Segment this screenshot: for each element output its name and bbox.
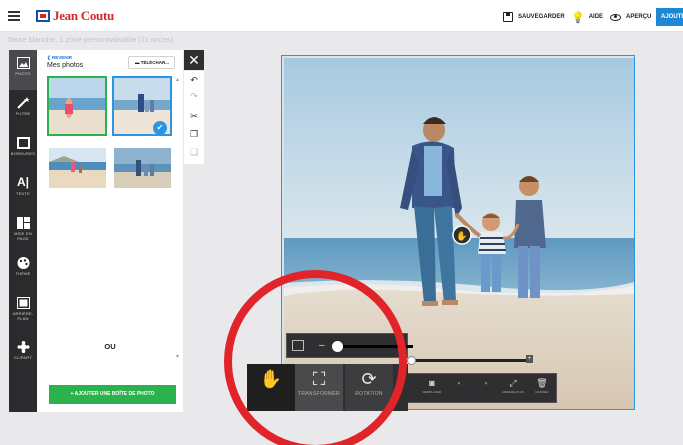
layout-icon <box>16 216 30 229</box>
zoom-slider-2-knob[interactable] <box>407 356 416 365</box>
rail-item-borders[interactable]: BORDURES <box>9 130 37 170</box>
brand-logo[interactable]: Jean Coutu <box>36 8 114 23</box>
replace-icon: ◙ <box>429 378 435 388</box>
logo-mark-icon <box>36 10 50 22</box>
save-icon <box>503 12 513 22</box>
copy-icon[interactable]: ❐ <box>184 127 204 141</box>
replace-button[interactable]: ◙ REMPLACER <box>419 374 445 402</box>
rail-item-clipart[interactable]: CLIPART <box>9 334 37 374</box>
preview-label: APERÇU <box>626 14 652 20</box>
photo-thumbnail[interactable] <box>47 76 107 136</box>
palette-icon <box>17 256 30 269</box>
or-separator: OU <box>104 342 116 351</box>
background-icon <box>16 296 30 309</box>
background-label: ARRIÈRE-PLAN <box>501 390 525 394</box>
image-actions-bar: ◙ REMPLACER ▪ ▪ ⤢ ARRIÈRE-PLAN 🗑 RETIRER <box>400 373 557 403</box>
save-button[interactable]: SAUVEGARDER <box>503 10 565 24</box>
undo-icon[interactable]: ↶ <box>184 73 204 87</box>
rail-label: THÈME <box>15 271 31 276</box>
add-to-cart-button[interactable]: AJOUTER <box>656 8 683 26</box>
save-label: SAUVEGARDER <box>518 14 565 20</box>
replace-label: REMPLACER <box>422 390 442 394</box>
rail-label: PHOTO <box>15 71 31 76</box>
lightbulb-icon: 💡 <box>571 11 585 24</box>
brand-name: Jean Coutu <box>53 8 114 23</box>
zoom-slider-2-track[interactable] <box>410 359 528 362</box>
back-link[interactable]: ❮ REVENIR <box>47 55 72 61</box>
rail-item-photo[interactable]: PHOTO <box>9 50 37 90</box>
panel-title: Mes photos <box>47 62 84 69</box>
rail-item-filter[interactable]: FILTRE <box>9 90 37 130</box>
layer-up-button[interactable]: ▪ <box>473 374 499 402</box>
highlight-circle <box>224 270 407 445</box>
rail-item-theme[interactable]: THÈME <box>9 250 37 290</box>
redo-icon[interactable]: ↷ <box>184 89 204 103</box>
product-subtitle: Tasse blanche, 1 zone personnalisable (1… <box>7 35 174 44</box>
edit-tools: ↶ ↷ ✂ ❐ ❏ <box>184 71 204 164</box>
rail-label: CLIPART <box>14 355 32 360</box>
layer-up-icon: ▪ <box>484 378 488 388</box>
svg-text:✋: ✋ <box>456 230 467 242</box>
rail-item-background[interactable]: ARRIÈRE-PLAN <box>9 290 37 330</box>
close-panel-button[interactable]: ✕ <box>184 50 204 70</box>
clipart-icon <box>17 340 30 353</box>
rail-item-text[interactable]: A| TEXTE <box>9 170 37 210</box>
rail-item-layout[interactable]: MISE EN PAGE <box>9 210 37 250</box>
paste-icon[interactable]: ❏ <box>184 145 204 159</box>
rail-label: ARRIÈRE-PLAN <box>12 311 34 321</box>
photos-panel: ❮ REVENIR Mes photos ▬ TÉLÉCHAR... ✔ OU … <box>37 50 183 412</box>
zoom-slider-2: + <box>402 352 533 372</box>
magic-wand-icon <box>16 96 30 109</box>
rail-label: FILTRE <box>15 111 31 116</box>
cut-icon[interactable]: ✂ <box>184 109 204 123</box>
trash-icon: 🗑 <box>536 378 548 388</box>
expand-icon: ⤢ <box>509 378 517 388</box>
image-icon <box>16 56 30 69</box>
layer-down-button[interactable]: ▪ <box>446 374 472 402</box>
text-icon: A| <box>16 175 30 189</box>
close-icon: ✕ <box>188 52 200 68</box>
delete-label: RETIRER <box>535 390 549 394</box>
upload-label: TÉLÉCHAR... <box>140 60 170 65</box>
border-icon <box>16 136 30 149</box>
rail-label: TEXTE <box>16 191 30 196</box>
eye-icon <box>610 13 621 21</box>
tool-rail: PHOTO FILTRE BORDURES A| TEXTE MISE EN P… <box>9 50 37 412</box>
background-button[interactable]: ⤢ ARRIÈRE-PLAN <box>500 374 526 402</box>
preview-button[interactable]: APERÇU <box>610 10 651 24</box>
panel-scrollbar[interactable] <box>176 78 179 358</box>
checkmark-icon: ✔ <box>153 121 167 135</box>
rail-label: BORDURES <box>10 151 36 156</box>
layer-down-icon: ▪ <box>457 378 461 388</box>
help-button[interactable]: 💡 AIDE <box>571 10 603 24</box>
help-label: AIDE <box>588 14 604 20</box>
photo-thumbnail[interactable] <box>49 148 106 188</box>
rail-label: MISE EN PAGE <box>14 231 32 241</box>
add-photo-box-button[interactable]: + AJOUTER UNE BOÎTE DE PHOTO <box>49 385 176 404</box>
zoom-in-icon[interactable]: + <box>526 355 533 363</box>
photo-thumbnail[interactable] <box>114 148 171 188</box>
top-bar: Jean Coutu SAUVEGARDER 💡 AIDE APERÇU AJO… <box>0 0 683 32</box>
menu-icon[interactable] <box>8 11 20 21</box>
upload-button[interactable]: ▬ TÉLÉCHAR... <box>128 56 175 69</box>
delete-button[interactable]: 🗑 RETIRER <box>529 374 555 402</box>
